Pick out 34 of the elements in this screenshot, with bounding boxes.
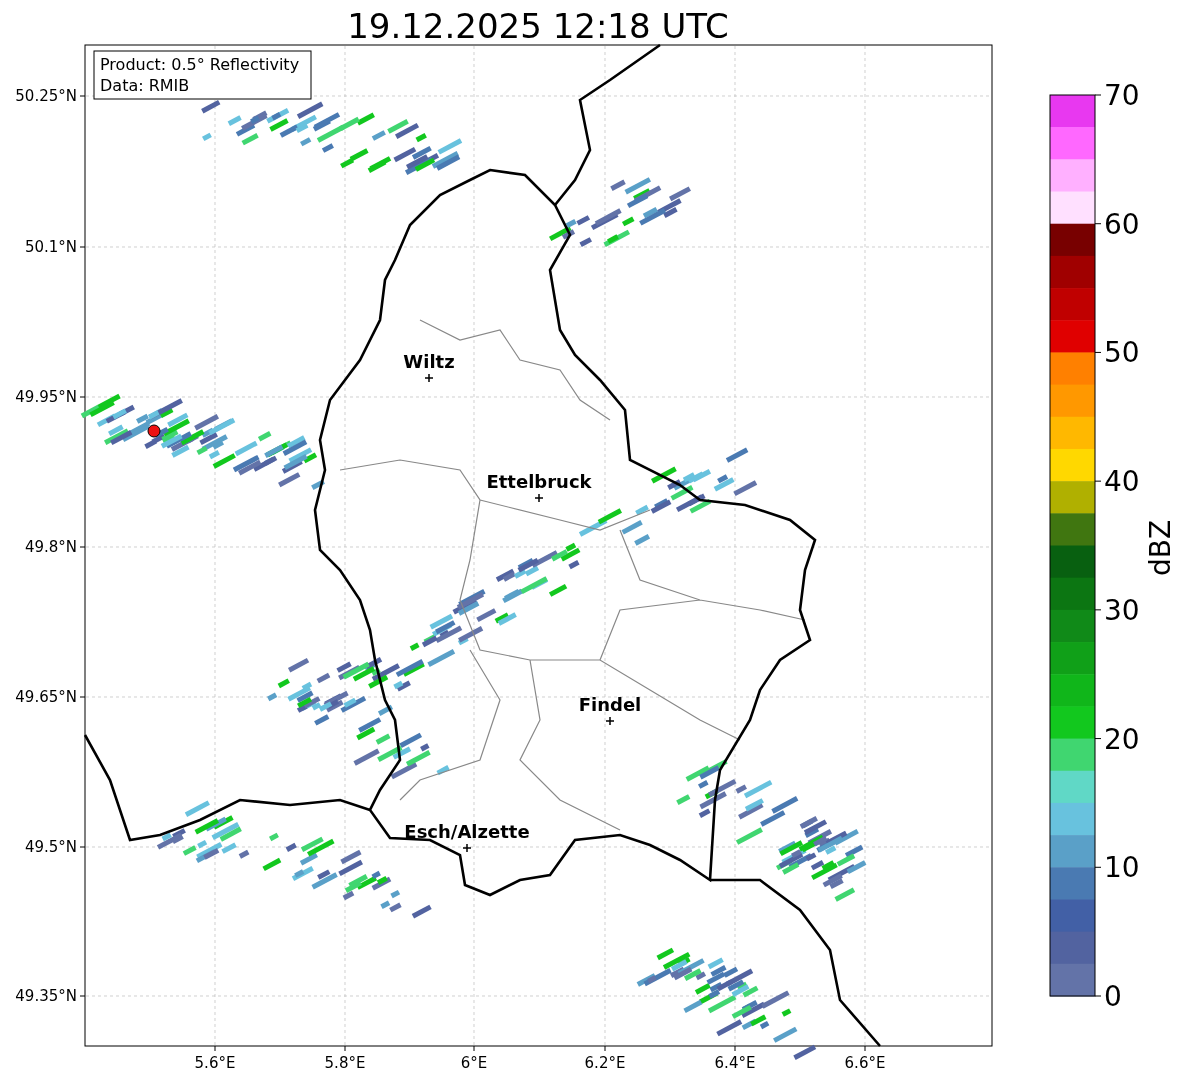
info-text: Data: RMIB — [100, 76, 190, 95]
city-marker-icon — [424, 373, 434, 383]
city-marker-icon — [462, 843, 472, 853]
colorbar-tick-label: 0 — [1104, 980, 1122, 1013]
colorbar-tick-label: 70 — [1104, 79, 1140, 112]
longitude-label: 6.2°E — [584, 1054, 626, 1072]
latitude-label: 49.35°N — [15, 987, 77, 1005]
latitude-label: 50.1°N — [24, 238, 77, 256]
longitude-label: 5.8°E — [324, 1054, 366, 1072]
city-label: Wiltz — [403, 351, 455, 372]
colorbar-tick-label: 20 — [1104, 722, 1140, 756]
longitude-label: 6°E — [460, 1054, 488, 1072]
latitude-label: 49.95°N — [15, 388, 77, 406]
colorbar-tick-label: 40 — [1104, 465, 1140, 499]
colorbar-tick-label: 50 — [1104, 336, 1140, 370]
colorbar-tick-label: 30 — [1104, 593, 1140, 627]
latitude-label: 49.5°N — [24, 838, 77, 856]
radar-site-marker — [147, 424, 161, 438]
longitude-label: 6.4°E — [714, 1054, 756, 1072]
city-label: Esch/Alzette — [404, 821, 530, 842]
latitude-label: 49.8°N — [24, 538, 77, 556]
city-label: Findel — [578, 694, 642, 715]
city-marker-icon — [605, 716, 615, 726]
chart-title: 19.12.2025 12:18 UTC — [347, 6, 729, 46]
longitude-label: 6.6°E — [844, 1054, 886, 1072]
info-text: Product: 0.5° Reflectivity — [100, 55, 300, 74]
city-label: Ettelbruck — [486, 471, 592, 492]
colorbar-label: dBZ — [1144, 519, 1177, 577]
colorbar-tick-label: 10 — [1104, 851, 1140, 885]
colorbar-tick-label: 60 — [1104, 207, 1140, 241]
latitude-label: 50.25°N — [15, 87, 77, 105]
longitude-label: 5.6°E — [194, 1054, 236, 1072]
latitude-label: 49.65°N — [15, 688, 77, 706]
city-marker-icon — [534, 493, 544, 503]
